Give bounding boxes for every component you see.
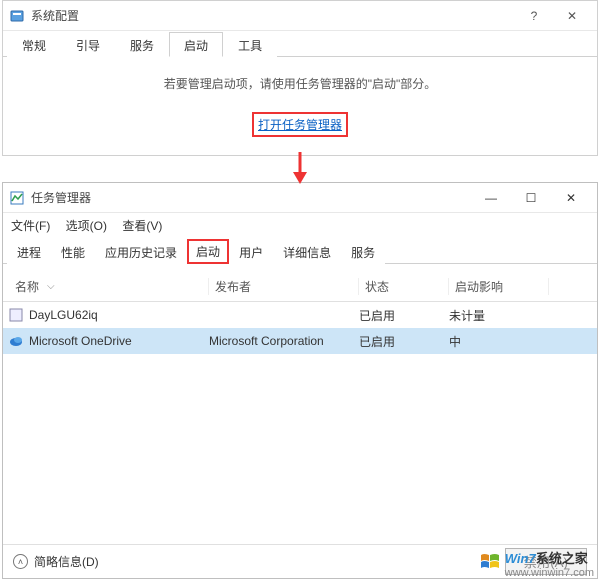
sysconfig-title: 系统配置 — [31, 7, 515, 24]
task-manager-icon — [9, 190, 25, 206]
sysconfig-close-button[interactable]: ✕ — [553, 2, 591, 30]
col-header-impact[interactable]: 启动影响 — [449, 278, 549, 295]
tm-tab-details[interactable]: 详细信息 — [273, 239, 341, 264]
table-empty-area — [3, 354, 597, 544]
onedrive-icon — [9, 334, 23, 348]
startup-message: 若要管理启动项，请使用任务管理器的"启动"部分。 — [13, 75, 587, 92]
table-row[interactable]: DayLGU62iq 已启用 未计量 — [3, 302, 597, 328]
tm-titlebar: 任务管理器 — ☐ ✕ — [3, 183, 597, 213]
tm-tab-startup[interactable]: 启动 — [187, 239, 229, 264]
row-status: 已启用 — [359, 307, 449, 324]
col-header-name[interactable]: 名称 ⌵ — [9, 278, 209, 295]
sysconfig-tabs: 常规 引导 服务 启动 工具 — [3, 31, 597, 57]
row-name: DayLGU62iq — [29, 308, 98, 322]
tm-maximize-button[interactable]: ☐ — [511, 184, 551, 212]
col-header-status[interactable]: 状态 — [359, 278, 449, 295]
table-header: 名称 ⌵ 发布者 状态 启动影响 — [3, 272, 597, 302]
tm-tabs: 进程 性能 应用历史记录 启动 用户 详细信息 服务 — [3, 238, 597, 264]
tm-menu-bar: 文件(F) 选项(O) 查看(V) — [3, 213, 597, 238]
table-row[interactable]: Microsoft OneDrive Microsoft Corporation… — [3, 328, 597, 354]
row-impact: 中 — [449, 333, 549, 350]
col-header-publisher[interactable]: 发布者 — [209, 278, 359, 295]
tm-title: 任务管理器 — [31, 189, 471, 206]
tm-tab-users[interactable]: 用户 — [229, 239, 273, 264]
sort-chevron-icon: ⌵ — [47, 281, 55, 292]
row-name: Microsoft OneDrive — [29, 334, 132, 348]
tm-minimize-button[interactable]: — — [471, 184, 511, 212]
row-publisher: Microsoft Corporation — [209, 334, 359, 348]
tm-tab-performance[interactable]: 性能 — [51, 239, 95, 264]
open-task-manager-link[interactable]: 打开任务管理器 — [252, 112, 348, 137]
sysconfig-body: 若要管理启动项，请使用任务管理器的"启动"部分。 打开任务管理器 — [3, 57, 597, 155]
system-configuration-window: 系统配置 ? ✕ 常规 引导 服务 启动 工具 若要管理启动项，请使用任务管理器… — [2, 0, 598, 156]
menu-view[interactable]: 查看(V) — [122, 219, 162, 233]
generic-app-icon — [9, 308, 23, 322]
tm-close-button[interactable]: ✕ — [551, 184, 591, 212]
tm-tab-services[interactable]: 服务 — [341, 239, 385, 264]
tab-startup[interactable]: 启动 — [169, 32, 223, 57]
tm-tab-app-history[interactable]: 应用历史记录 — [95, 239, 187, 264]
tab-services[interactable]: 服务 — [115, 32, 169, 57]
tab-general[interactable]: 常规 — [7, 32, 61, 57]
row-status: 已启用 — [359, 333, 449, 350]
disable-button[interactable]: 禁用(A) — [505, 548, 587, 575]
task-manager-window: 任务管理器 — ☐ ✕ 文件(F) 选项(O) 查看(V) 进程 性能 应用历史… — [2, 182, 598, 579]
fewer-details-toggle[interactable]: ˄ 简略信息(D) — [13, 553, 99, 570]
menu-options[interactable]: 选项(O) — [66, 219, 107, 233]
sysconfig-icon — [9, 8, 25, 24]
tab-tools[interactable]: 工具 — [223, 32, 277, 57]
menu-file[interactable]: 文件(F) — [11, 219, 50, 233]
fewer-details-label: 简略信息(D) — [34, 553, 99, 570]
row-impact: 未计量 — [449, 307, 549, 324]
sysconfig-help-button[interactable]: ? — [515, 2, 553, 30]
col-header-name-label: 名称 — [15, 278, 39, 295]
tm-footer: ˄ 简略信息(D) 禁用(A) — [3, 544, 597, 578]
tm-tab-processes[interactable]: 进程 — [7, 239, 51, 264]
sysconfig-titlebar: 系统配置 ? ✕ — [3, 1, 597, 31]
annotation-arrow — [0, 152, 600, 182]
chevron-up-icon: ˄ — [13, 554, 28, 569]
tab-boot[interactable]: 引导 — [61, 32, 115, 57]
startup-table: 名称 ⌵ 发布者 状态 启动影响 DayLGU62iq 已启用 未计量 — [3, 272, 597, 544]
